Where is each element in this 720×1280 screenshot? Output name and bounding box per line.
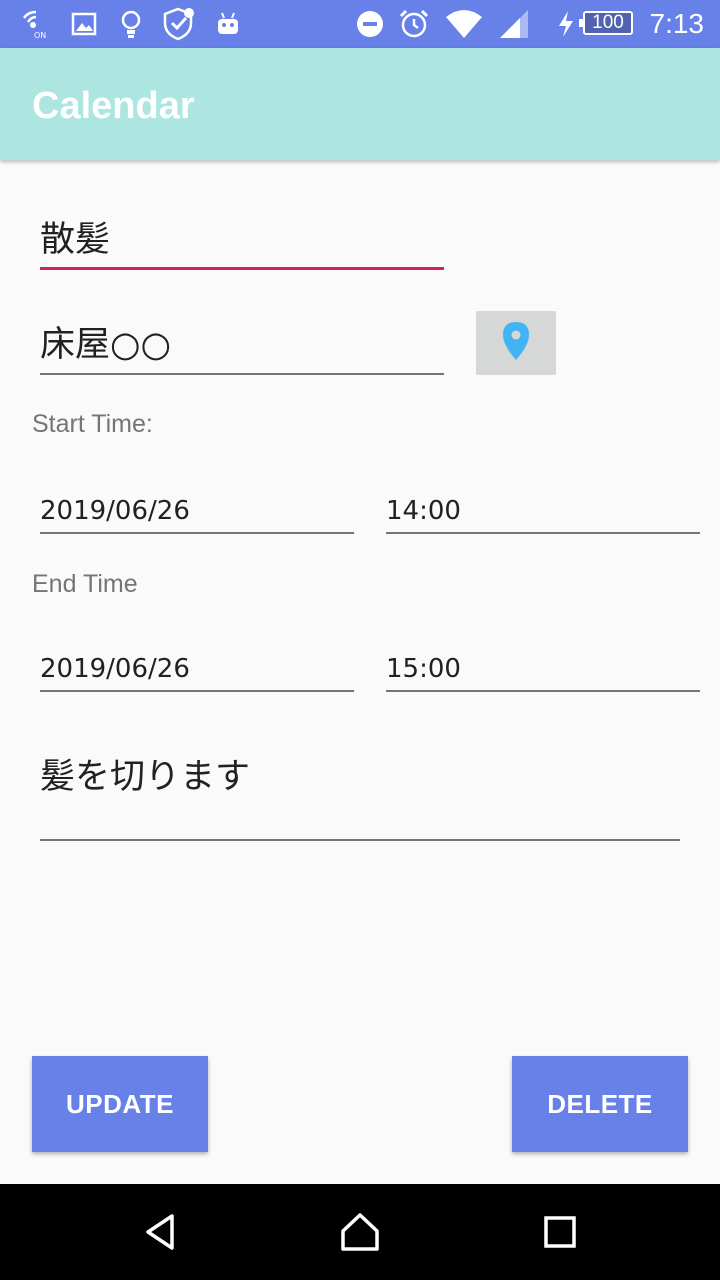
bulb-icon — [118, 8, 144, 40]
shield-icon — [160, 7, 196, 41]
wifi-icon — [444, 8, 484, 40]
location-input-value: 床屋○○ — [40, 325, 172, 365]
charging-icon — [556, 8, 576, 40]
location-input[interactable]: 床屋○○ — [40, 310, 444, 375]
end-time-value: 15:00 — [386, 654, 461, 684]
start-date-underline — [40, 532, 354, 534]
svg-text:ON: ON — [34, 31, 46, 40]
clock: 7:13 — [649, 8, 705, 39]
start-date-field[interactable]: 2019/06/26 — [40, 480, 354, 534]
dnd-icon — [355, 8, 385, 40]
start-time-underline — [386, 532, 700, 534]
description-input[interactable]: 髪を切ります — [40, 740, 680, 841]
status-bar: ON 100 7:13 — [0, 0, 720, 48]
end-date-value: 2019/06/26 — [40, 654, 190, 684]
end-time-field[interactable]: 15:00 — [386, 638, 700, 692]
start-date-value: 2019/06/26 — [40, 496, 190, 526]
battery-indicator: 100 — [579, 11, 633, 35]
update-button[interactable]: UPDATE — [32, 1056, 208, 1152]
app-bar: Calendar — [0, 48, 720, 160]
alarm-icon — [398, 8, 430, 40]
description-input-value: 髪を切ります — [40, 757, 251, 797]
app-title: Calendar — [32, 85, 195, 127]
title-input-value: 散髪 — [40, 220, 111, 260]
start-time-value: 14:00 — [386, 496, 461, 526]
location-pin-icon — [501, 321, 531, 365]
description-underline — [40, 839, 680, 841]
end-time-label: End Time — [32, 570, 138, 598]
signal-icon — [497, 8, 531, 40]
delete-button[interactable]: DELETE — [512, 1056, 688, 1152]
location-button[interactable] — [476, 311, 556, 375]
end-date-field[interactable]: 2019/06/26 — [40, 638, 354, 692]
back-icon[interactable] — [136, 1208, 184, 1256]
title-input[interactable]: 散髪 — [40, 200, 444, 270]
end-time-underline — [386, 690, 700, 692]
android-icon — [214, 8, 242, 40]
home-icon[interactable] — [336, 1208, 384, 1256]
title-underline — [40, 267, 444, 270]
recents-icon[interactable] — [536, 1208, 584, 1256]
end-date-underline — [40, 690, 354, 692]
wifi-calling-icon: ON — [20, 8, 52, 40]
navigation-bar — [0, 1184, 720, 1280]
gallery-icon — [70, 8, 98, 40]
start-time-field[interactable]: 14:00 — [386, 480, 700, 534]
location-underline — [40, 373, 444, 375]
start-time-label: Start Time: — [32, 410, 153, 438]
